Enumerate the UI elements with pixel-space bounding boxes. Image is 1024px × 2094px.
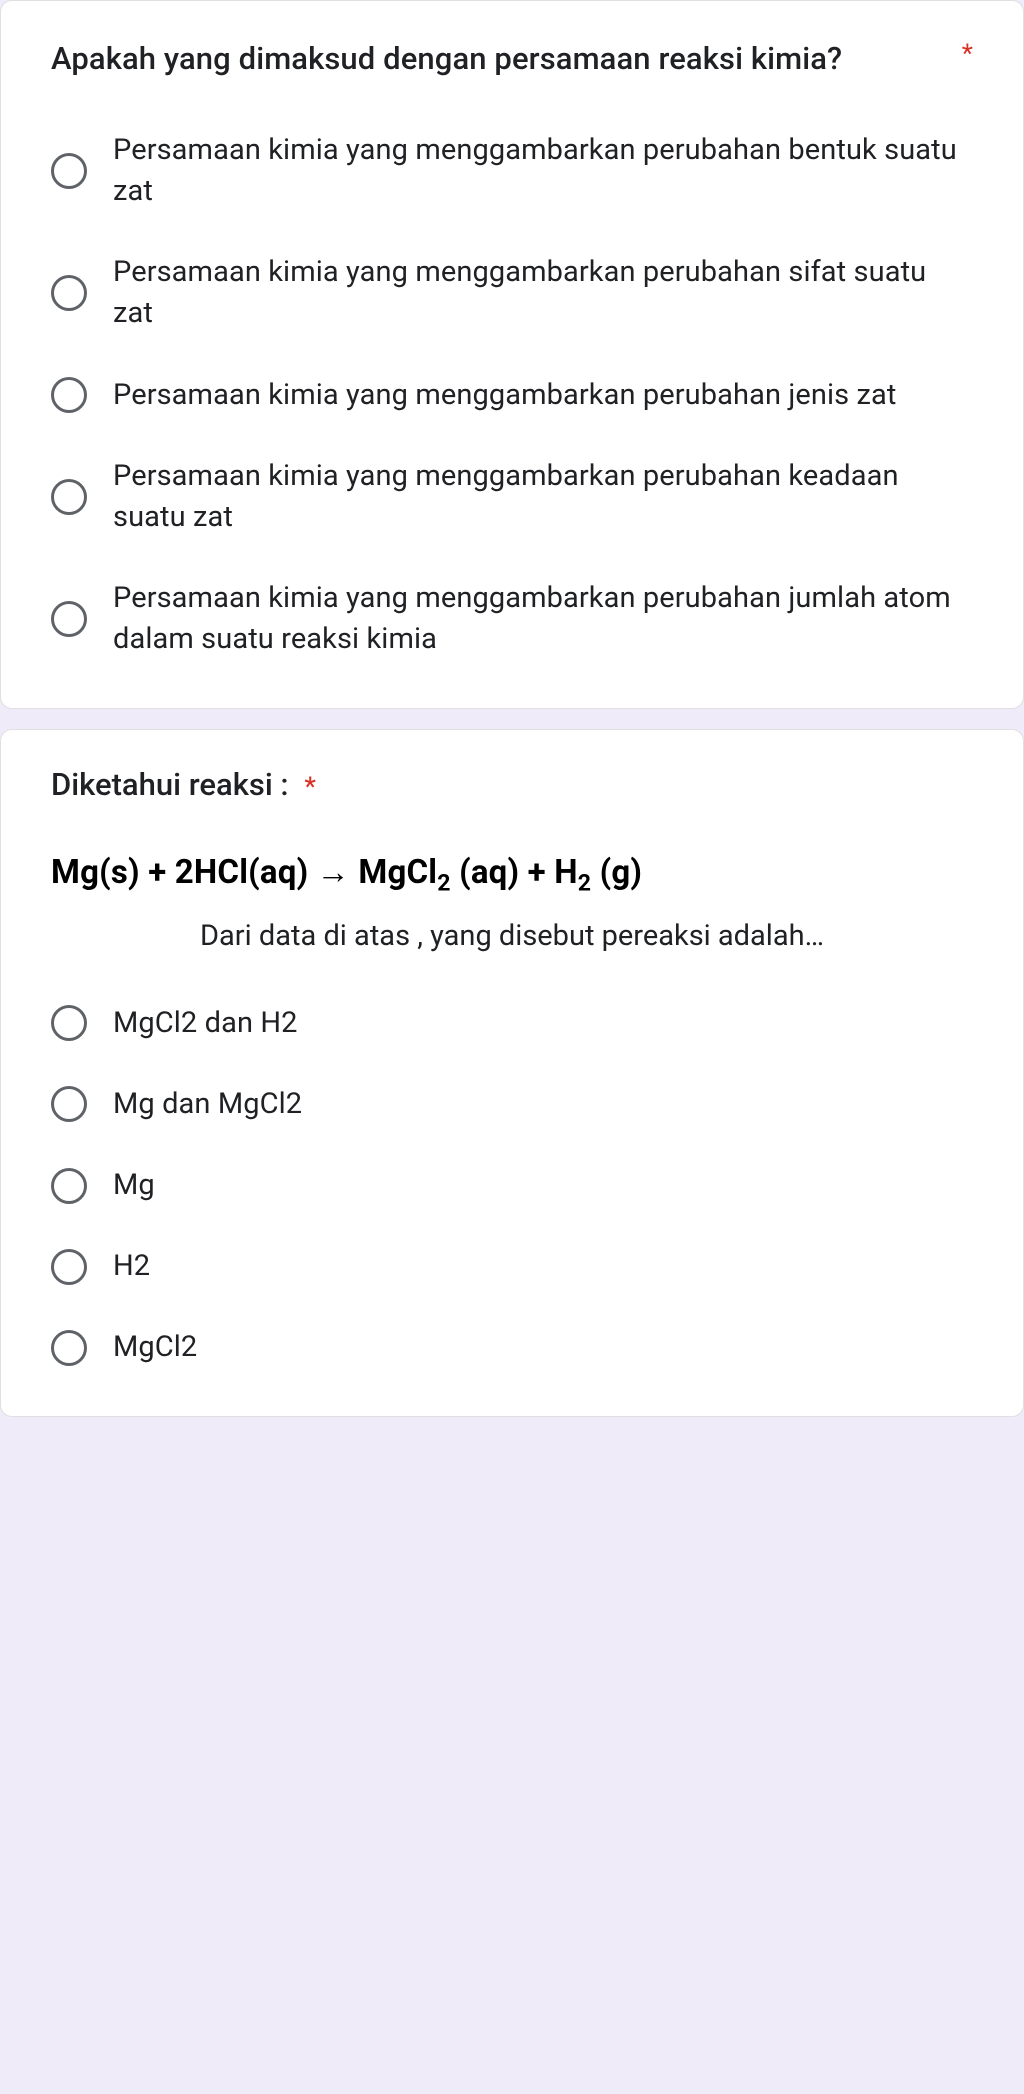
- radio-icon[interactable]: [51, 601, 87, 637]
- option-row[interactable]: Persamaan kimia yang menggambarkan perub…: [51, 375, 973, 416]
- option-label: H2: [113, 1246, 150, 1287]
- option-label: Mg dan MgCl2: [113, 1084, 302, 1125]
- question-title: Apakah yang dimaksud dengan persamaan re…: [51, 37, 950, 82]
- option-row[interactable]: MgCl2: [51, 1327, 973, 1368]
- option-label: Mg: [113, 1165, 155, 1206]
- option-label: Persamaan kimia yang menggambarkan perub…: [113, 456, 973, 538]
- question-subtext: Dari data di atas , yang disebut pereaks…: [51, 915, 973, 959]
- radio-icon[interactable]: [51, 1249, 87, 1285]
- options-group-1: Persamaan kimia yang menggambarkan perub…: [51, 130, 973, 661]
- option-label: Persamaan kimia yang menggambarkan perub…: [113, 130, 973, 212]
- question-header: Apakah yang dimaksud dengan persamaan re…: [51, 37, 973, 82]
- question-title: Diketahui reaksi : *: [51, 766, 973, 803]
- option-row[interactable]: Mg: [51, 1165, 973, 1206]
- radio-icon[interactable]: [51, 153, 87, 189]
- radio-icon[interactable]: [51, 377, 87, 413]
- option-row[interactable]: Persamaan kimia yang menggambarkan perub…: [51, 456, 973, 538]
- option-row[interactable]: Mg dan MgCl2: [51, 1084, 973, 1125]
- option-row[interactable]: Persamaan kimia yang menggambarkan perub…: [51, 130, 973, 212]
- option-label: MgCl2: [113, 1327, 197, 1368]
- question-card-1: Apakah yang dimaksud dengan persamaan re…: [0, 0, 1024, 709]
- question-card-2: Diketahui reaksi : * Mg(s) + 2HCl(aq) → …: [0, 729, 1024, 1417]
- option-row[interactable]: MgCl2 dan H2: [51, 1003, 973, 1044]
- option-row[interactable]: H2: [51, 1246, 973, 1287]
- option-row[interactable]: Persamaan kimia yang menggambarkan perub…: [51, 578, 973, 660]
- required-asterisk: *: [962, 37, 973, 67]
- option-row[interactable]: Persamaan kimia yang menggambarkan perub…: [51, 252, 973, 334]
- option-label: MgCl2 dan H2: [113, 1003, 298, 1044]
- radio-icon[interactable]: [51, 1086, 87, 1122]
- option-label: Persamaan kimia yang menggambarkan perub…: [113, 578, 973, 660]
- radio-icon[interactable]: [51, 1005, 87, 1041]
- option-label: Persamaan kimia yang menggambarkan perub…: [113, 375, 896, 416]
- option-label: Persamaan kimia yang menggambarkan perub…: [113, 252, 973, 334]
- chemical-equation: Mg(s) + 2HCl(aq) → MgCl2 (aq) + H2 (g): [51, 853, 973, 897]
- radio-icon[interactable]: [51, 479, 87, 515]
- radio-icon[interactable]: [51, 275, 87, 311]
- required-asterisk: *: [304, 774, 316, 800]
- options-group-2: MgCl2 dan H2 Mg dan MgCl2 Mg H2 MgCl2: [51, 1003, 973, 1369]
- radio-icon[interactable]: [51, 1168, 87, 1204]
- question-title-text: Diketahui reaksi :: [51, 766, 289, 803]
- radio-icon[interactable]: [51, 1330, 87, 1366]
